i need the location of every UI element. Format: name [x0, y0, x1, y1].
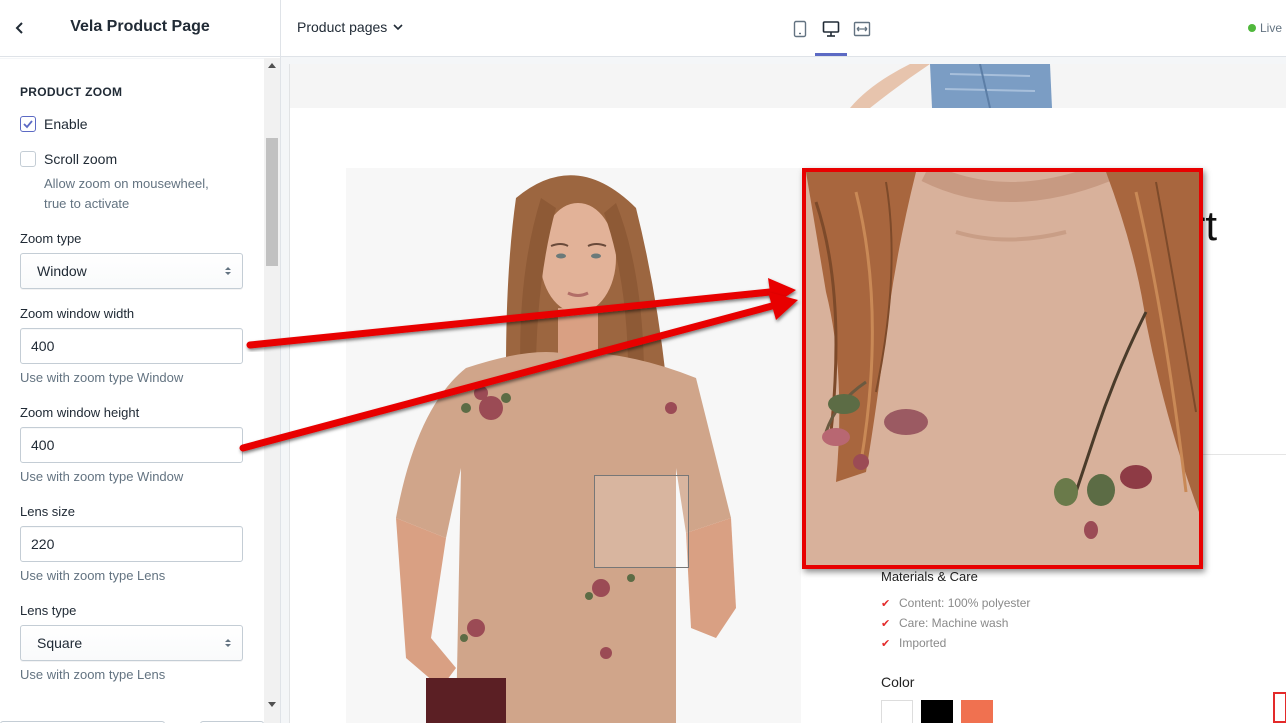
lens-type-select[interactable]: Square	[20, 625, 243, 661]
page-type-label: Product pages	[297, 19, 388, 35]
sidebar-title: Vela Product Page	[70, 18, 210, 35]
scroll-zoom-checkbox[interactable]: Scroll zoom	[20, 151, 117, 167]
check-icon: ✔	[881, 617, 891, 630]
check-icon: ✔	[881, 597, 891, 610]
model-legs-image	[850, 64, 1052, 108]
live-dot-icon	[1247, 24, 1256, 32]
desktop-view-button[interactable]	[820, 18, 842, 40]
mobile-icon	[793, 20, 807, 38]
preview-topbar: Product pages Live	[281, 0, 1286, 57]
scroll-zoom-help-line2: true to activate	[44, 196, 130, 211]
top-banner-image	[290, 64, 1286, 108]
scroll-zoom-label: Scroll zoom	[44, 151, 118, 167]
enable-label: Enable	[44, 116, 88, 132]
sidebar-header: Vela Product Page	[0, 0, 280, 57]
check-icon: ✔	[881, 637, 891, 650]
active-device-indicator	[815, 53, 847, 56]
live-status: Live	[1247, 21, 1282, 35]
corner-widget-button[interactable]	[1273, 692, 1286, 723]
color-swatch-white[interactable]	[881, 700, 913, 723]
enable-checkbox[interactable]: Enable	[20, 116, 88, 132]
mobile-view-button[interactable]	[789, 18, 811, 40]
fullscreen-icon	[853, 21, 871, 37]
materials-item: ✔ Content: 100% polyester	[881, 596, 1030, 610]
fullscreen-view-button[interactable]	[851, 18, 873, 40]
materials-title: Materials & Care	[881, 569, 978, 584]
zoom-window	[802, 168, 1203, 569]
lens-size-label: Lens size	[20, 504, 75, 519]
zoom-lens	[594, 475, 689, 568]
color-label: Color	[881, 674, 915, 690]
product-image[interactable]	[346, 168, 801, 723]
scrollbar-thumb[interactable]	[266, 138, 278, 266]
color-swatch-black[interactable]	[921, 700, 953, 723]
zoom-window-width-input[interactable]: 400	[20, 328, 243, 364]
zoom-window-height-help: Use with zoom type Window	[20, 469, 184, 484]
color-swatch-coral[interactable]	[961, 700, 993, 723]
section-title: PRODUCT ZOOM	[20, 85, 123, 99]
settings-sidebar: Vela Product Page PRODUCT ZOOM Enable Sc…	[0, 0, 281, 723]
lens-type-label: Lens type	[20, 603, 77, 618]
checkbox-unchecked[interactable]	[20, 151, 36, 167]
chevron-down-icon	[393, 24, 403, 31]
materials-item: ✔ Care: Machine wash	[881, 616, 1008, 630]
lens-size-input[interactable]: 220	[20, 526, 243, 562]
select-arrows-icon	[225, 639, 231, 647]
scroll-down-arrow-icon[interactable]	[268, 702, 276, 707]
scroll-up-arrow-icon[interactable]	[268, 63, 276, 68]
zoom-type-value: Window	[37, 263, 87, 279]
sidebar-scrollbar[interactable]	[264, 58, 280, 723]
materials-item-text: Care: Machine wash	[899, 616, 1009, 630]
settings-panel[interactable]: PRODUCT ZOOM Enable Scroll zoom Allow zo…	[0, 58, 264, 723]
zoom-window-width-help: Use with zoom type Window	[20, 370, 184, 385]
live-label: Live	[1259, 21, 1282, 35]
materials-item: ✔ Imported	[881, 636, 946, 650]
lens-type-value: Square	[37, 635, 83, 651]
materials-item-text: Imported	[899, 636, 947, 650]
zoom-type-select[interactable]: Window	[20, 253, 243, 289]
lens-type-help: Use with zoom type Lens	[20, 667, 166, 682]
zoom-window-width-label: Zoom window width	[20, 306, 135, 321]
model-in-tshirt-image	[396, 175, 736, 723]
zoomed-product-image	[806, 172, 1199, 565]
zoom-type-label: Zoom type	[20, 231, 82, 246]
theme-editor: Vela Product Page PRODUCT ZOOM Enable Sc…	[0, 0, 1286, 723]
materials-item-text: Content: 100% polyester	[899, 596, 1031, 610]
zoom-window-height-input[interactable]: 400	[20, 427, 243, 463]
page-type-selector[interactable]: Product pages	[297, 19, 403, 35]
checkbox-checked[interactable]	[20, 116, 36, 132]
check-icon	[23, 120, 33, 129]
zoom-window-height-label: Zoom window height	[20, 405, 140, 420]
select-arrows-icon	[225, 267, 231, 275]
desktop-icon	[822, 21, 840, 37]
scroll-zoom-help-line1: Allow zoom on mousewheel,	[44, 176, 209, 191]
lens-size-help: Use with zoom type Lens	[20, 568, 166, 583]
